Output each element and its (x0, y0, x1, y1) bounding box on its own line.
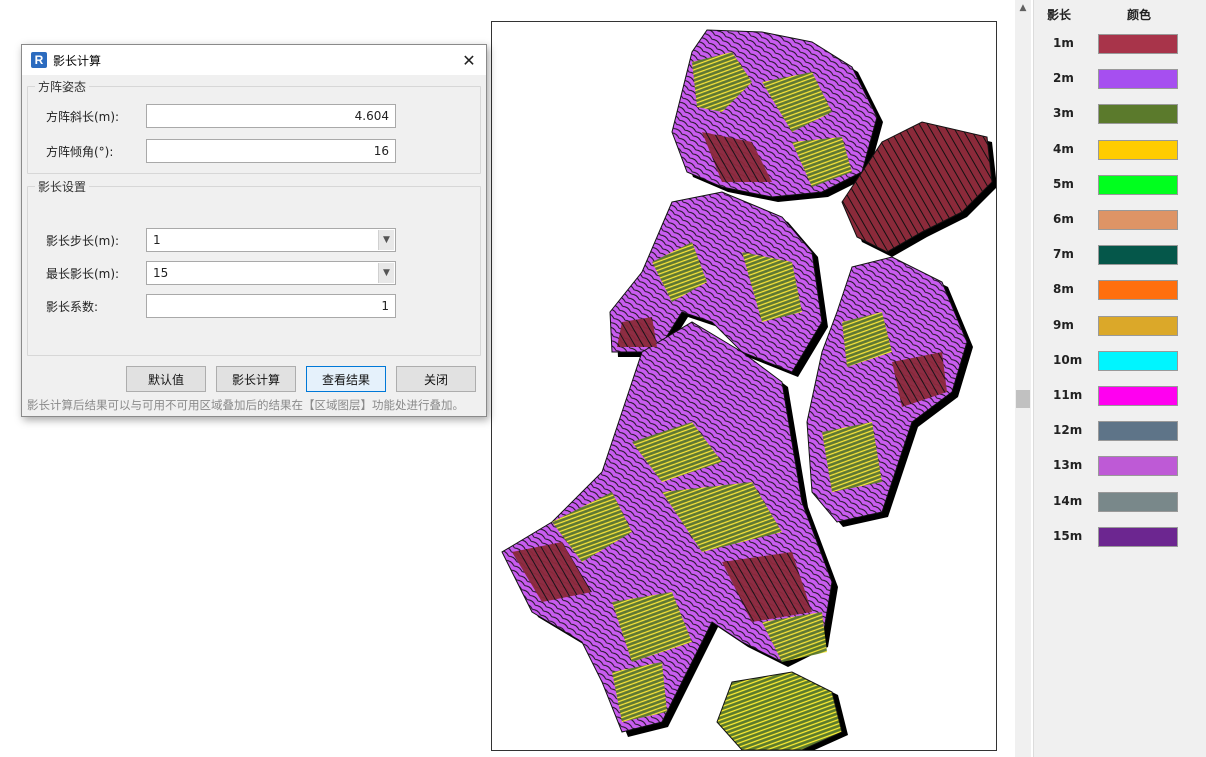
legend-header-color: 颜色 (1127, 8, 1152, 22)
shadow-coef-input[interactable]: 1 (146, 294, 396, 318)
legend-color-swatch (1098, 421, 1178, 442)
scroll-up-arrow-icon[interactable]: ▲ (1015, 0, 1031, 16)
vertical-scrollbar[interactable]: ▲ (1015, 0, 1031, 757)
legend-color-swatch (1098, 280, 1178, 301)
array-pose-group: 方阵姿态 方阵斜长(m): 4.604 方阵倾角(°): 16 (27, 78, 481, 174)
legend-length-label: 8m (1053, 282, 1074, 297)
shadow-settings-group: 影长设置 影长步长(m): 1 ▼ 最长影长(m): 15 ▼ 影长系数: 1 (27, 178, 481, 356)
terrain-shadow-map (501, 29, 996, 750)
hint-note: 影长计算后结果可以与可用不可用区域叠加后的结果在【区域图层】功能处进行叠加。 (27, 398, 464, 412)
slope-length-label: 方阵斜长(m): (46, 109, 120, 124)
legend-length-label: 15m (1053, 528, 1083, 543)
shadow-length-legend: 影长 颜色 1m 2m 3m 4m 5m 6m 7m 8m 9m 10m 11m 12m 13m 14m 1… (1033, 0, 1206, 757)
legend-row: 5m (1034, 173, 1206, 197)
max-shadow-row: 最长影长(m): 15 ▼ (46, 261, 468, 285)
shadow-map-view[interactable] (491, 21, 997, 751)
legend-row: 10m (1034, 349, 1206, 373)
slope-length-input[interactable]: 4.604 (146, 104, 396, 128)
legend-row: 4m (1034, 138, 1206, 162)
legend-header-length: 影长 (1047, 8, 1072, 22)
legend-color-swatch (1098, 315, 1178, 336)
legend-length-label: 1m (1053, 36, 1074, 50)
legend-length-label: 5m (1053, 176, 1074, 191)
legend-color-swatch (1098, 386, 1178, 406)
legend-color-swatch (1098, 526, 1178, 547)
legend-row: 13m (1034, 454, 1206, 478)
legend-color-swatch (1098, 456, 1178, 477)
legend-color-swatch (1098, 174, 1178, 195)
legend-row: 7m (1034, 243, 1206, 267)
view-result-button[interactable]: 查看结果 (306, 366, 386, 392)
shadow-calc-dialog: R 影长计算 ✕ 方阵姿态 方阵斜长(m): 4.604 方阵倾角(°): 16… (21, 44, 487, 417)
legend-row: 9m (1034, 314, 1206, 338)
scroll-thumb[interactable] (1016, 390, 1030, 408)
legend-row: 2m (1034, 67, 1206, 91)
legend-color-swatch (1098, 139, 1178, 160)
legend-row: 15m (1034, 525, 1206, 549)
shadow-step-select[interactable]: 1 ▼ (146, 228, 396, 252)
legend-length-label: 13m (1053, 458, 1083, 473)
tilt-angle-row: 方阵倾角(°): 16 (46, 139, 468, 163)
tilt-angle-input[interactable]: 16 (146, 139, 396, 163)
shadow-settings-group-title: 影长设置 (35, 178, 90, 195)
legend-length-label: 10m (1053, 352, 1083, 367)
max-shadow-label: 最长影长(m): (46, 266, 120, 281)
legend-length-label: 11m (1053, 388, 1083, 402)
legend-row: 8m (1034, 278, 1206, 302)
legend-length-label: 4m (1053, 141, 1074, 156)
legend-row: 14m (1034, 490, 1206, 514)
legend-length-label: 6m (1053, 212, 1074, 226)
legend-row: 3m (1034, 102, 1206, 126)
legend-length-label: 14m (1053, 493, 1083, 508)
legend-color-swatch (1098, 245, 1178, 266)
dialog-titlebar[interactable]: R 影长计算 ✕ (22, 45, 486, 75)
legend-row: 1m (1034, 32, 1206, 56)
dialog-title: 影长计算 (53, 53, 102, 68)
max-shadow-value: 15 (153, 266, 169, 280)
legend-row: 6m (1034, 208, 1206, 232)
legend-row: 12m (1034, 419, 1206, 443)
max-shadow-select[interactable]: 15 ▼ (146, 261, 396, 285)
legend-color-swatch (1098, 34, 1178, 54)
legend-color-swatch (1098, 491, 1178, 512)
calculate-shadow-button[interactable]: 影长计算 (216, 366, 296, 392)
legend-length-label: 12m (1053, 423, 1083, 438)
slope-length-row: 方阵斜长(m): 4.604 (46, 104, 468, 128)
close-icon[interactable]: ✕ (452, 45, 486, 75)
legend-length-label: 3m (1053, 106, 1074, 121)
legend-length-label: 2m (1053, 71, 1074, 86)
shadow-step-row: 影长步长(m): 1 ▼ (46, 228, 468, 252)
legend-row: 11m (1034, 384, 1206, 408)
shadow-step-value: 1 (153, 233, 161, 247)
shadow-coef-row: 影长系数: 1 (46, 294, 468, 318)
legend-length-label: 9m (1053, 317, 1074, 332)
shadow-coef-label: 影长系数: (46, 299, 99, 314)
revit-app-icon: R (31, 52, 47, 68)
close-button[interactable]: 关闭 (396, 366, 476, 392)
legend-color-swatch (1098, 210, 1178, 230)
tilt-angle-label: 方阵倾角(°): (46, 144, 114, 159)
legend-color-swatch (1098, 69, 1178, 90)
legend-color-swatch (1098, 104, 1178, 125)
shadow-step-label: 影长步长(m): (46, 233, 120, 248)
chevron-down-icon[interactable]: ▼ (378, 230, 394, 250)
array-pose-group-title: 方阵姿态 (35, 78, 90, 95)
app-window: ▲ 影长 颜色 1m 2m 3m 4m 5m 6m 7m 8m 9m 10m 11m 12m 13m 14… (0, 0, 1206, 757)
legend-color-swatch (1098, 350, 1178, 371)
legend-length-label: 7m (1053, 247, 1074, 262)
chevron-down-icon[interactable]: ▼ (378, 263, 394, 283)
default-values-button[interactable]: 默认值 (126, 366, 206, 392)
